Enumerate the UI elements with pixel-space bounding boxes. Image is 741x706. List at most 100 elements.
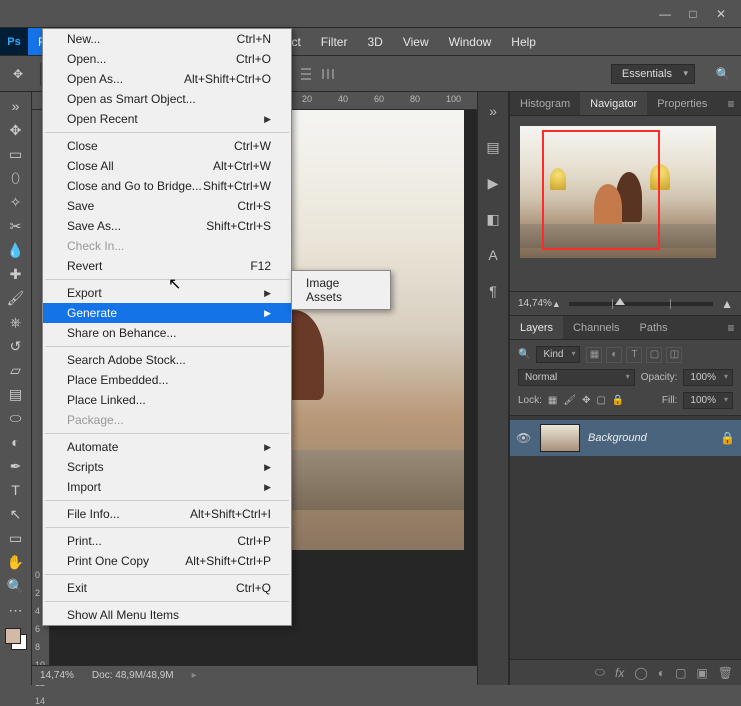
filter-smart-icon[interactable]: ◫ [666,347,682,363]
lock-pixels-icon[interactable]: 🖌 [563,395,576,406]
edit-toolbar-icon[interactable]: ⋯ [2,598,30,622]
menu-item-generate[interactable]: Generate▶ [43,303,291,323]
marquee-tool-icon[interactable]: ▭ [2,142,30,166]
menu-item-print[interactable]: Print...Ctrl+P [43,531,291,551]
filter-kind-dropdown[interactable]: Kind [536,346,580,363]
nav-zoom-value[interactable]: 14,74% [518,298,552,309]
menu-item-place-embedded[interactable]: Place Embedded... [43,370,291,390]
type-tool-icon[interactable]: T [2,478,30,502]
zoom-in-icon[interactable]: ▲ [721,297,733,311]
menu-item-save[interactable]: SaveCtrl+S [43,196,291,216]
brush-tool-icon[interactable]: 🖌 [2,286,30,310]
filter-kind-icon[interactable]: 🔍 [518,349,530,360]
lock-all-icon[interactable]: 🔒 [612,395,624,406]
blend-mode-dropdown[interactable]: Normal [518,369,635,386]
search-icon[interactable]: 🔍 [713,64,733,84]
visibility-icon[interactable]: 👁 [516,431,532,445]
panel-menu-icon[interactable]: ≡ [721,316,741,339]
layer-fx-icon[interactable]: fx [615,666,624,680]
pen-tool-icon[interactable]: ✒ [2,454,30,478]
layer-thumbnail[interactable] [540,424,580,452]
libraries-icon[interactable]: ▤ [484,138,502,156]
filter-type-icon[interactable]: T [626,347,642,363]
fill-value[interactable]: 100% [683,392,733,409]
eraser-tool-icon[interactable]: ▱ [2,358,30,382]
crop-tool-icon[interactable]: ✂ [2,214,30,238]
menu-item-image-assets[interactable]: Image Assets [292,273,390,307]
magic-wand-icon[interactable]: ✧ [2,190,30,214]
menu-item-open-as[interactable]: Open As...Alt+Shift+Ctrl+O [43,69,291,89]
tab-properties[interactable]: Properties [647,92,717,115]
close-button[interactable]: ✕ [707,4,735,24]
menu-item-file-info[interactable]: File Info...Alt+Shift+Ctrl+I [43,504,291,524]
layer-mask-icon[interactable]: ◯ [634,666,647,680]
tab-histogram[interactable]: Histogram [510,92,580,115]
fg-color-swatch[interactable] [5,628,21,644]
menu-item-import[interactable]: Import▶ [43,477,291,497]
distribute-icon[interactable] [297,65,315,83]
layer-row-background[interactable]: 👁 Background 🔒 [510,420,741,456]
lock-transparency-icon[interactable]: ▦ [548,395,557,406]
lock-artboard-icon[interactable]: ▢ [596,395,605,406]
adjustment-layer-icon[interactable]: ◐ [658,666,665,680]
move-tool-icon[interactable]: ✥ [8,64,28,84]
navigator-thumbnail[interactable] [520,126,716,258]
hand-tool-icon[interactable]: ✋ [2,550,30,574]
menu-item-close-and-go-to-bridge[interactable]: Close and Go to Bridge...Shift+Ctrl+W [43,176,291,196]
menu-item-open-as-smart-object[interactable]: Open as Smart Object... [43,89,291,109]
menu-view[interactable]: View [393,28,439,55]
gradient-tool-icon[interactable]: ▤ [2,382,30,406]
panel-menu-icon[interactable]: ≡ [721,92,741,115]
menu-item-revert[interactable]: RevertF12 [43,256,291,276]
zoom-level[interactable]: 14,74% [40,670,74,681]
zoom-tool-icon[interactable]: 🔍 [2,574,30,598]
filter-shape-icon[interactable]: ▢ [646,347,662,363]
maximize-button[interactable]: □ [679,4,707,24]
menu-item-automate[interactable]: Automate▶ [43,437,291,457]
menu-item-share-on-behance[interactable]: Share on Behance... [43,323,291,343]
menu-item-show-all-menu-items[interactable]: Show All Menu Items [43,605,291,625]
filter-adjust-icon[interactable]: ◐ [606,347,622,363]
menu-item-search-adobe-stock[interactable]: Search Adobe Stock... [43,350,291,370]
tab-layers[interactable]: Layers [510,316,563,339]
menu-item-open-recent[interactable]: Open Recent▶ [43,109,291,129]
lock-icon[interactable]: 🔒 [720,431,735,445]
tab-channels[interactable]: Channels [563,316,629,339]
blur-tool-icon[interactable]: ⬭ [2,406,30,430]
dodge-tool-icon[interactable]: ◐ [2,430,30,454]
nav-zoom-slider[interactable] [569,302,713,306]
group-icon[interactable]: ▢ [675,666,686,680]
menu-filter[interactable]: Filter [311,28,358,55]
lasso-tool-icon[interactable]: ⬯ [2,166,30,190]
minimize-button[interactable]: — [651,4,679,24]
layer-name[interactable]: Background [588,432,647,444]
filter-pixel-icon[interactable]: ▦ [586,347,602,363]
healing-brush-icon[interactable]: ✚ [2,262,30,286]
delete-layer-icon[interactable]: 🗑 [718,666,733,680]
zoom-out-icon[interactable]: ▲ [552,299,561,309]
collapse-icon[interactable]: » [484,102,502,120]
tab-navigator[interactable]: Navigator [580,92,647,115]
shape-tool-icon[interactable]: ▭ [2,526,30,550]
tab-toggle-icon[interactable]: » [2,94,30,118]
eyedropper-icon[interactable]: 💧 [2,238,30,262]
color-swatches[interactable] [5,628,27,650]
menu-item-print-one-copy[interactable]: Print One CopyAlt+Shift+Ctrl+P [43,551,291,571]
menu-item-scripts[interactable]: Scripts▶ [43,457,291,477]
paragraph-icon[interactable]: ¶ [484,282,502,300]
menu-item-close-all[interactable]: Close AllAlt+Ctrl+W [43,156,291,176]
tab-paths[interactable]: Paths [630,316,678,339]
navigator-viewport-rect[interactable] [542,130,660,250]
menu-window[interactable]: Window [439,28,502,55]
new-layer-icon[interactable]: ▣ [696,666,707,680]
move-tool-icon[interactable]: ✥ [2,118,30,142]
path-select-icon[interactable]: ↖ [2,502,30,526]
menu-help[interactable]: Help [501,28,546,55]
distribute-icon[interactable] [319,65,337,83]
menu-item-open[interactable]: Open...Ctrl+O [43,49,291,69]
workspace-switcher[interactable]: Essentials [611,64,695,84]
menu-item-close[interactable]: CloseCtrl+W [43,136,291,156]
menu-item-new[interactable]: New...Ctrl+N [43,29,291,49]
play-icon[interactable]: ▶ [484,174,502,192]
clone-stamp-icon[interactable]: ⎈ [2,310,30,334]
